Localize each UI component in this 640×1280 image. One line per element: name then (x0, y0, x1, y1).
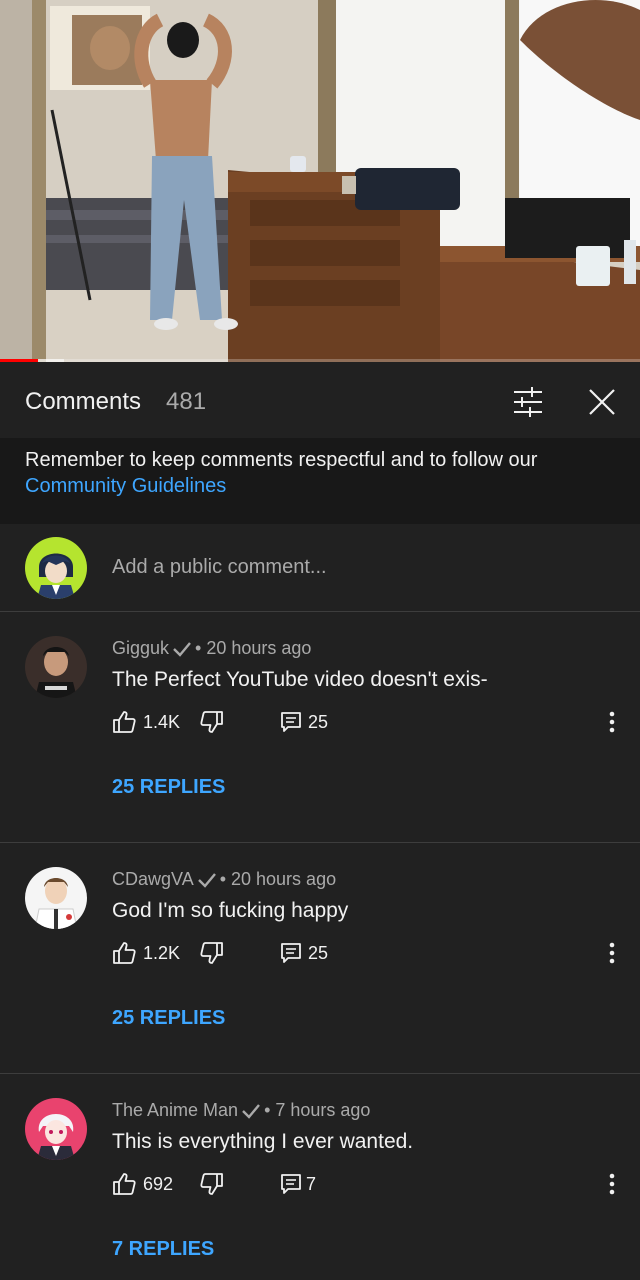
like-count: 1.2K (143, 943, 181, 963)
notice-text-block: Remember to keep comments respectful and… (25, 447, 625, 499)
like-count: 692 (143, 1174, 174, 1194)
commenter-avatar[interactable] (25, 1098, 87, 1160)
thumbs-up-icon[interactable] (112, 1172, 136, 1196)
video-player[interactable] (0, 0, 640, 362)
thumbs-down-icon[interactable] (200, 941, 224, 965)
view-replies-button[interactable]: 25 REPLIES (112, 776, 225, 799)
verified-check-icon (173, 641, 191, 657)
guidelines-notice: Remember to keep comments respectful and… (0, 438, 640, 524)
view-replies-button[interactable]: 25 REPLIES (112, 1007, 225, 1030)
comment-text: God I'm so fucking happy (112, 899, 349, 922)
reply-icon[interactable] (279, 941, 303, 965)
commenter-avatar[interactable] (25, 867, 87, 929)
comment-actions: 1.4K 25 (112, 708, 622, 738)
add-comment-input[interactable]: Add a public comment... (112, 556, 327, 579)
video-frame (0, 0, 640, 362)
notice-text: Remember to keep comments respectful and… (25, 449, 538, 471)
sliders-icon (514, 387, 542, 417)
comment-item: CDawgVA • 20 hours ago God I'm so fuckin… (0, 843, 640, 1073)
comments-count: 481 (166, 388, 207, 415)
sort-filter-button[interactable] (508, 382, 548, 422)
comments-title: Comments (25, 388, 142, 415)
commenter-avatar[interactable] (25, 636, 87, 698)
comment-item: The Anime Man • 7 hours ago This is ever… (0, 1074, 640, 1280)
thumbs-down-icon[interactable] (200, 710, 224, 734)
verified-check-icon (197, 872, 216, 888)
reply-icon[interactable] (279, 710, 303, 734)
verified-check-icon (242, 1103, 260, 1119)
reply-icon[interactable] (279, 1172, 303, 1196)
comment-actions: 692 7 (112, 1170, 622, 1200)
reply-count: 7 (306, 1174, 317, 1194)
comment-text: This is everything I ever wanted. (112, 1130, 414, 1153)
comment-text: The Perfect YouTube video doesn't exis- (112, 668, 488, 691)
more-vert-icon[interactable] (602, 940, 622, 966)
comment-actions: 1.2K 25 (112, 939, 622, 969)
comments-header: Comments 481 (0, 362, 640, 438)
thumbs-down-icon[interactable] (200, 1172, 224, 1196)
comment-item: Gigguk • 20 hours ago The Perfect YouTub… (0, 612, 640, 842)
comment-meta: Gigguk • 20 hours ago (112, 638, 311, 659)
like-count: 1.4K (143, 712, 181, 732)
view-replies-button[interactable]: 7 REPLIES (112, 1238, 214, 1261)
close-comments-button[interactable] (582, 382, 622, 422)
thumbs-up-icon[interactable] (112, 710, 136, 734)
close-icon (589, 389, 615, 415)
user-avatar (25, 537, 87, 599)
reply-count: 25 (308, 943, 329, 963)
more-vert-icon[interactable] (602, 1171, 622, 1197)
community-guidelines-link[interactable]: Community Guidelines (25, 473, 625, 499)
comment-meta: The Anime Man • 7 hours ago (112, 1100, 370, 1121)
more-vert-icon[interactable] (602, 709, 622, 735)
comment-author[interactable]: Gigguk (112, 638, 169, 659)
reply-count: 25 (308, 712, 329, 732)
comment-meta: CDawgVA • 20 hours ago (112, 869, 336, 890)
comment-author[interactable]: CDawgVA (112, 869, 194, 890)
comment-time: • 20 hours ago (219, 869, 337, 889)
comment-time: • 7 hours ago (264, 1100, 371, 1120)
add-comment-row[interactable]: Add a public comment... (0, 524, 640, 611)
comment-time: • 20 hours ago (195, 638, 312, 658)
thumbs-up-icon[interactable] (112, 941, 136, 965)
comment-author[interactable]: The Anime Man (112, 1100, 238, 1121)
